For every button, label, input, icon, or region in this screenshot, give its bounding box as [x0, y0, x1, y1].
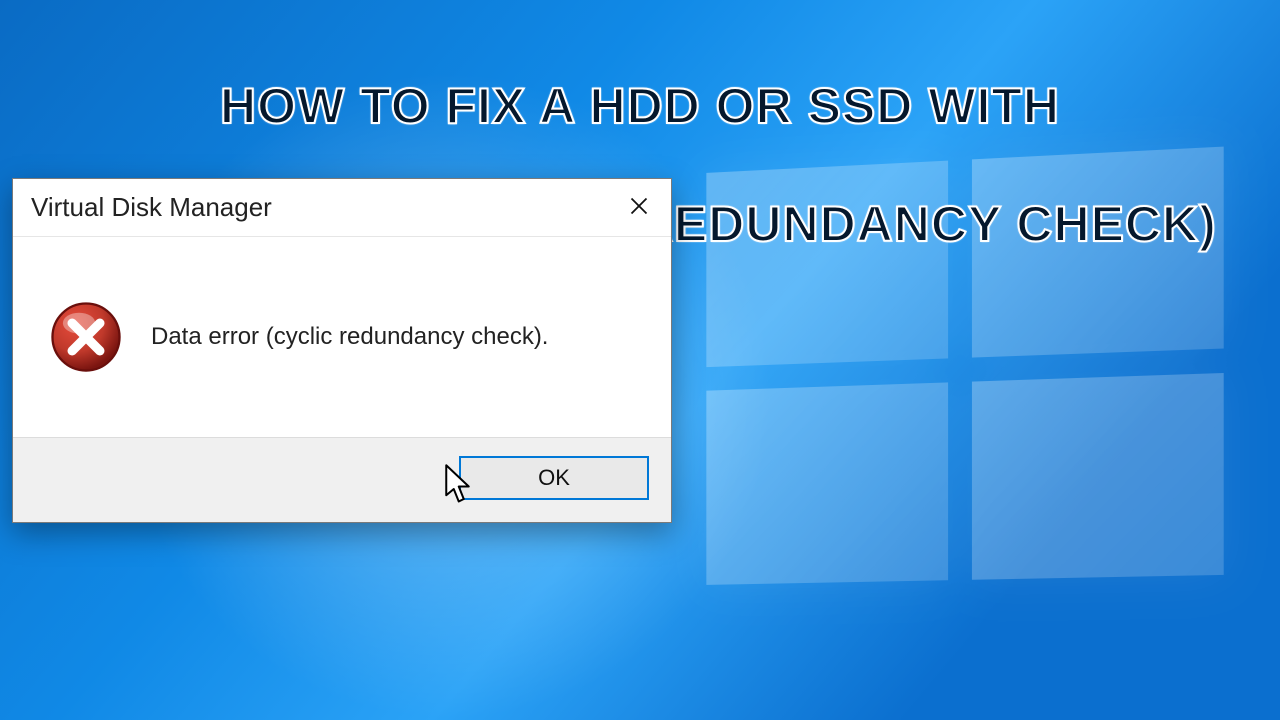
headline-line1: HOW TO FIX A HDD OR SSD WITH — [220, 78, 1060, 134]
dialog-title: Virtual Disk Manager — [31, 192, 272, 223]
dialog-body: Data error (cyclic redundancy check). — [13, 237, 671, 437]
dialog-footer: OK — [13, 437, 671, 522]
error-icon — [49, 300, 123, 374]
dialog-message: Data error (cyclic redundancy check). — [151, 323, 548, 351]
error-dialog: Virtual Disk Manager — [12, 178, 672, 523]
close-icon — [629, 192, 649, 223]
close-button[interactable] — [607, 179, 671, 236]
ok-button[interactable]: OK — [459, 456, 649, 500]
dialog-titlebar: Virtual Disk Manager — [13, 179, 671, 237]
